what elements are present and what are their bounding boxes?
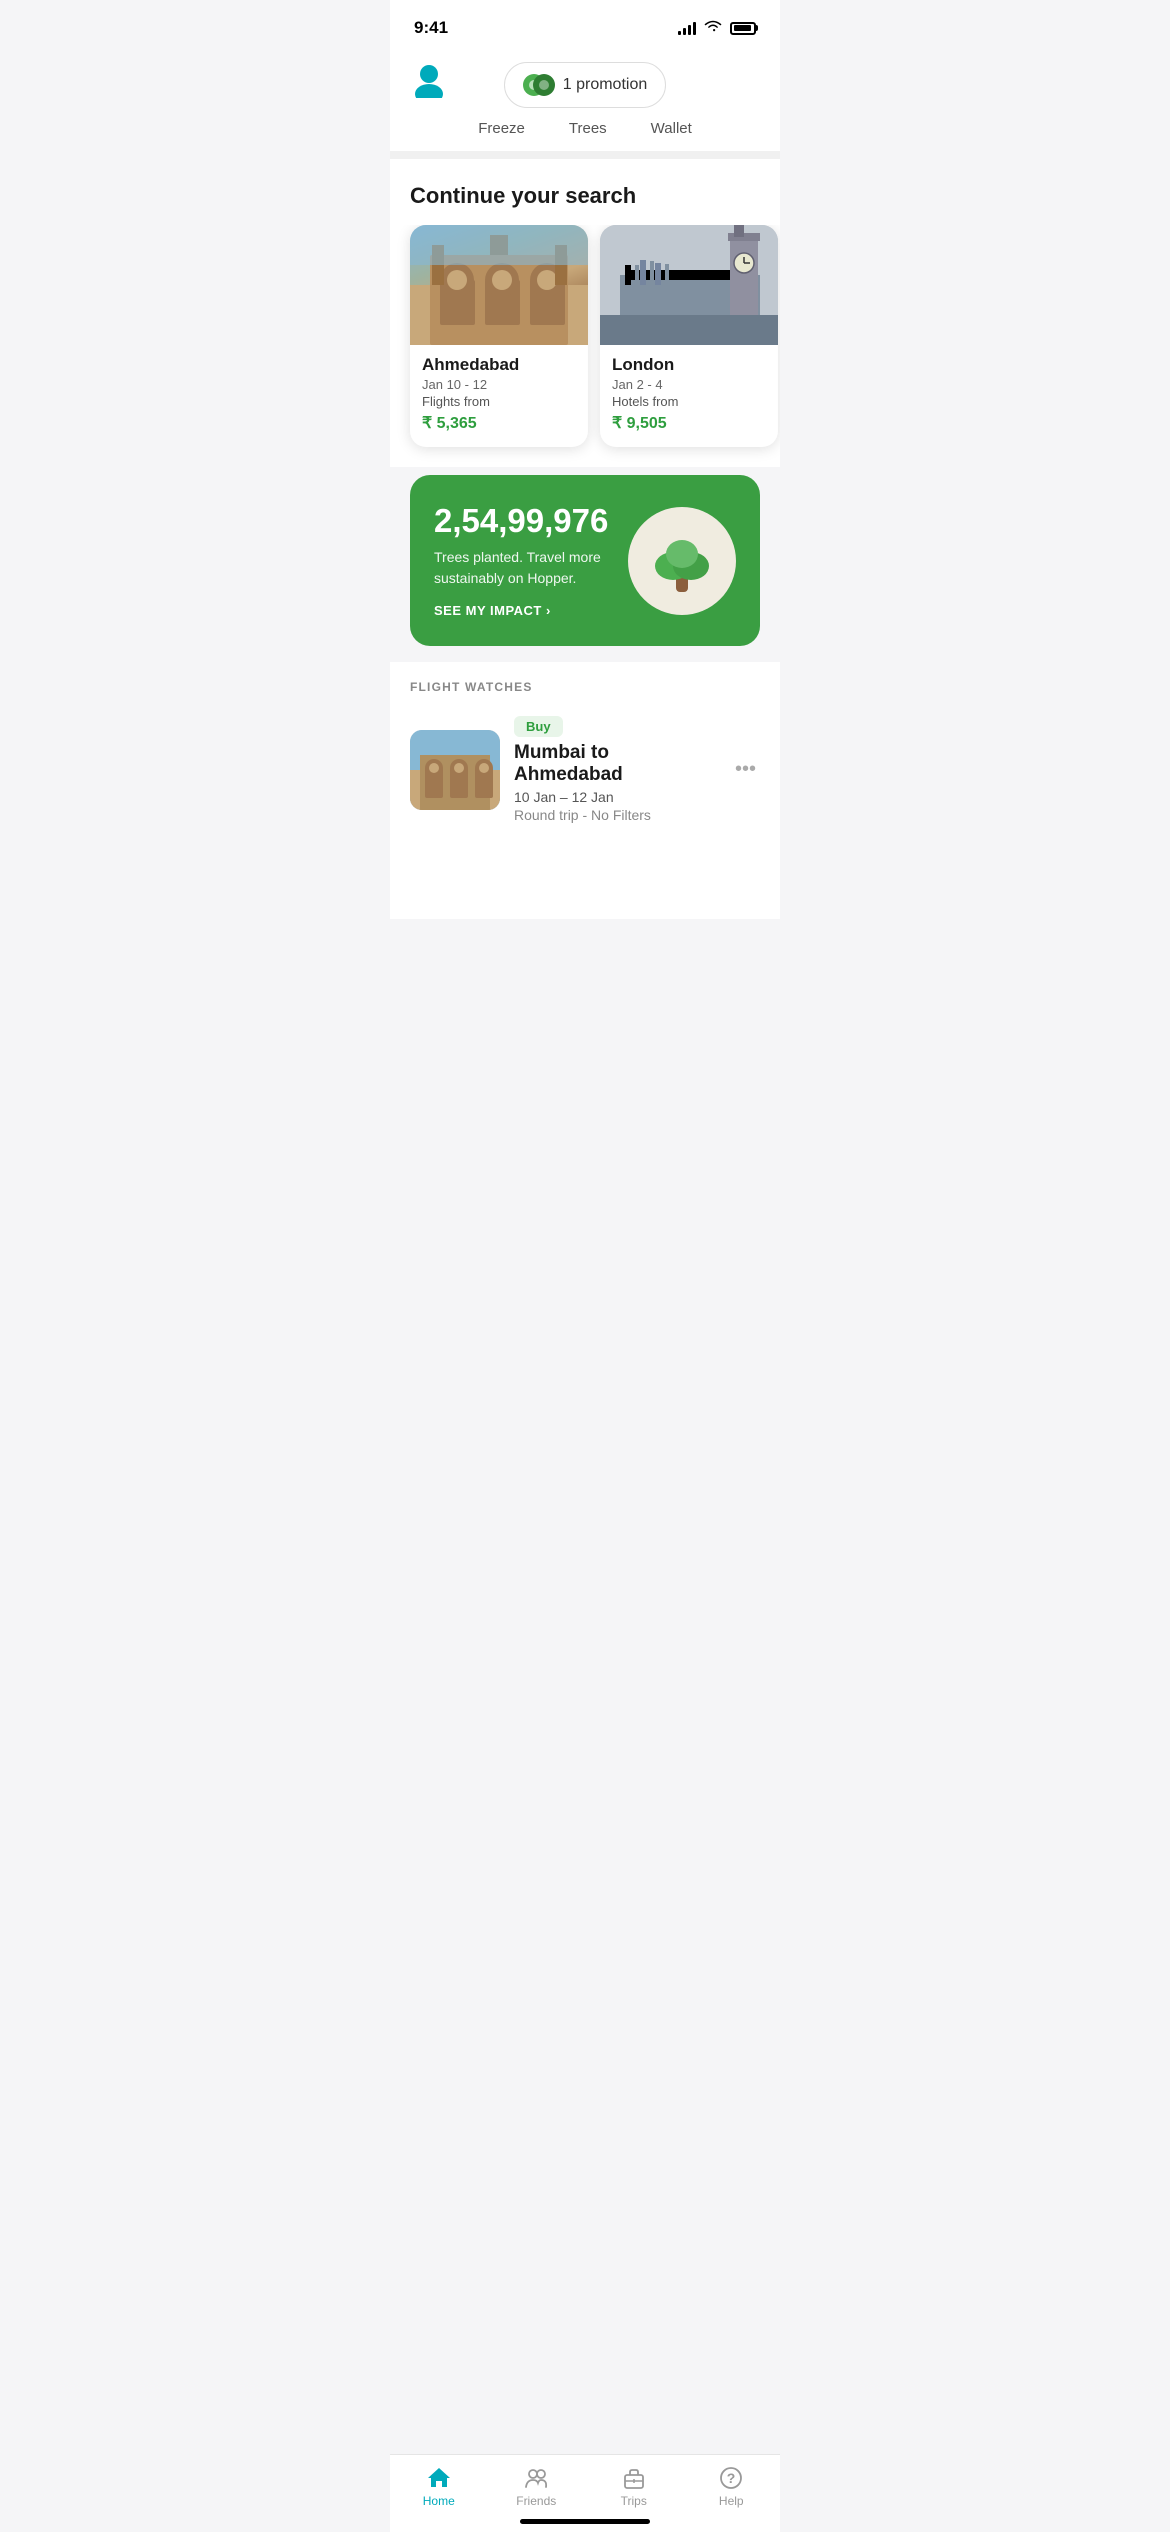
promotion-pill[interactable]: 1 promotion [504, 62, 667, 108]
wifi-icon [704, 19, 722, 38]
banner-cta[interactable]: SEE MY IMPACT › [434, 603, 608, 618]
flight-watches-section: FLIGHT WATCHES Buy Mumbai to Ahme [390, 662, 780, 839]
promotion-text: 1 promotion [563, 76, 648, 94]
friends-icon [523, 2465, 549, 2491]
banner-subtitle: Trees planted. Travel moresustainably on… [434, 547, 608, 589]
signal-icon [678, 21, 696, 35]
profile-avatar[interactable] [410, 60, 448, 103]
flight-watches-header: FLIGHT WATCHES [390, 662, 780, 704]
nav-label-friends: Friends [516, 2494, 556, 2508]
header: 1 promotion Freeze Trees Wallet [390, 50, 780, 151]
hopper-logo [523, 71, 555, 99]
watch-info: Buy Mumbai to Ahmedabad 10 Jan – 12 Jan … [514, 716, 717, 823]
card-image-london [600, 225, 778, 345]
card-body-london: London Jan 2 - 4 Hotels from ₹ 9,505 [600, 345, 778, 447]
card-city: Ahmedabad [422, 355, 576, 375]
watch-buy-badge: Buy [514, 716, 563, 737]
watch-dates: 10 Jan – 12 Jan [514, 789, 717, 805]
card-city-london: London [612, 355, 766, 375]
green-impact-banner[interactable]: 2,54,99,976 Trees planted. Travel moresu… [410, 475, 760, 646]
ahmedabad-building-svg [410, 225, 588, 345]
nav-item-home[interactable]: Home [404, 2465, 474, 2508]
status-icons [678, 19, 756, 38]
nav-item-trips[interactable]: Trips [599, 2465, 669, 2508]
continue-search-section: Continue your search [390, 159, 780, 467]
help-icon: ? [718, 2465, 744, 2491]
battery-icon [730, 22, 756, 35]
tab-wallet[interactable]: Wallet [651, 120, 692, 137]
home-indicator [520, 2519, 650, 2524]
nav-label-home: Home [423, 2494, 455, 2508]
card-price-london: ₹ 9,505 [612, 413, 766, 433]
status-time: 9:41 [414, 18, 448, 38]
tree-icon [647, 526, 717, 596]
header-nav-tabs: Freeze Trees Wallet [478, 120, 692, 137]
card-price: ₹ 5,365 [422, 413, 576, 433]
card-dates-london: Jan 2 - 4 [612, 377, 766, 392]
status-bar: 9:41 [390, 0, 780, 50]
bottom-section-divider [390, 839, 780, 919]
header-divider [390, 151, 780, 159]
card-image-ahmedabad [410, 225, 588, 345]
watch-thumbnail [410, 730, 500, 810]
london-building-svg [600, 225, 778, 345]
flight-watch-item[interactable]: Buy Mumbai to Ahmedabad 10 Jan – 12 Jan … [390, 704, 780, 839]
nav-label-trips: Trips [621, 2494, 647, 2508]
trips-icon [621, 2465, 647, 2491]
svg-text:?: ? [727, 2470, 736, 2486]
banner-content: 2,54,99,976 Trees planted. Travel moresu… [434, 503, 608, 618]
banner-count: 2,54,99,976 [434, 503, 608, 539]
card-from-london: Hotels from [612, 394, 766, 409]
tab-trees[interactable]: Trees [569, 120, 607, 137]
tab-freeze[interactable]: Freeze [478, 120, 525, 137]
home-icon [426, 2465, 452, 2491]
watch-route: Mumbai to Ahmedabad [514, 742, 717, 786]
nav-item-help[interactable]: ? Help [696, 2465, 766, 2508]
nav-item-friends[interactable]: Friends [501, 2465, 571, 2508]
search-cards-container[interactable]: Ahmedabad Jan 10 - 12 Flights from ₹ 5,3… [390, 225, 780, 467]
card-body-ahmedabad: Ahmedabad Jan 10 - 12 Flights from ₹ 5,3… [410, 345, 588, 447]
watch-trip-type: Round trip - No Filters [514, 807, 717, 823]
card-from-label: Flights from [422, 394, 576, 409]
tree-icon-circle [628, 507, 736, 615]
search-card-london[interactable]: London Jan 2 - 4 Hotels from ₹ 9,505 [600, 225, 778, 447]
card-dates: Jan 10 - 12 [422, 377, 576, 392]
continue-search-title: Continue your search [390, 183, 780, 225]
watch-more-button[interactable]: ••• [731, 754, 760, 785]
search-card-ahmedabad[interactable]: Ahmedabad Jan 10 - 12 Flights from ₹ 5,3… [410, 225, 588, 447]
nav-label-help: Help [719, 2494, 744, 2508]
